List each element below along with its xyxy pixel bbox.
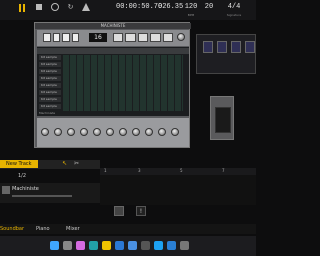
row-labels: Kit sample Kit sample Kit sample Kit sam… bbox=[39, 55, 61, 109]
row-label[interactable]: Kit sample bbox=[39, 90, 61, 95]
tab-soundbar[interactable]: Soundbar bbox=[0, 224, 24, 234]
track-volume-slider[interactable] bbox=[12, 195, 72, 197]
step-grid[interactable] bbox=[63, 55, 183, 111]
track-lanes[interactable] bbox=[100, 175, 256, 205]
cut-tool-icon[interactable]: ✂ bbox=[74, 161, 80, 167]
master-knob[interactable] bbox=[177, 33, 185, 41]
bar-position: 026.35 bbox=[158, 3, 184, 11]
plugin-title: MACHINISTE bbox=[35, 23, 191, 29]
copilot-icon[interactable] bbox=[76, 241, 85, 250]
knob[interactable] bbox=[93, 128, 101, 136]
mini-screen bbox=[215, 107, 231, 133]
edge-icon[interactable] bbox=[89, 241, 98, 250]
windows-start-icon[interactable] bbox=[50, 241, 59, 250]
mail-icon[interactable] bbox=[128, 241, 137, 250]
pattern-buttons[interactable] bbox=[43, 33, 79, 42]
knob[interactable] bbox=[41, 128, 49, 136]
knob-panel bbox=[37, 118, 189, 147]
signature-value[interactable]: 4/4 bbox=[226, 3, 242, 11]
device-slot[interactable] bbox=[231, 41, 241, 53]
bpm-label: BPM bbox=[187, 13, 195, 17]
knob[interactable] bbox=[158, 128, 166, 136]
pattern-clip-icon[interactable] bbox=[114, 206, 124, 216]
ruler-mark: 5 bbox=[180, 168, 183, 173]
knob[interactable] bbox=[106, 128, 114, 136]
signature-label: Signature bbox=[226, 13, 242, 17]
ruler-mark: 7 bbox=[222, 168, 225, 173]
tab-mixer[interactable]: Mixer bbox=[66, 224, 80, 234]
device-panel bbox=[196, 34, 256, 74]
timeline-ruler[interactable]: 1 3 5 7 bbox=[100, 168, 256, 175]
row-label[interactable]: Kit sample bbox=[39, 83, 61, 88]
windows-taskbar bbox=[0, 236, 256, 256]
record-icon[interactable] bbox=[51, 3, 59, 11]
pause-icon[interactable] bbox=[17, 3, 27, 13]
row-label[interactable]: Kit sample bbox=[39, 76, 61, 81]
bottom-tabs: Soundbar Piano Mixer bbox=[0, 224, 256, 234]
device-slot[interactable] bbox=[217, 41, 227, 53]
row-label[interactable]: Kit sample bbox=[39, 55, 61, 60]
tab-piano[interactable]: Piano bbox=[36, 224, 50, 234]
transport-bar: ↻ 00:00:50.70 026.35 120 BPM 20 4/4 Sign… bbox=[0, 0, 256, 20]
info-icon[interactable]: ! bbox=[136, 206, 146, 216]
new-track-button[interactable]: New Track bbox=[0, 160, 38, 168]
vscode-icon[interactable] bbox=[167, 241, 176, 250]
step-sequencer: Kit sample Kit sample Kit sample Kit sam… bbox=[37, 47, 189, 116]
search-icon[interactable] bbox=[63, 241, 72, 250]
device-slot[interactable] bbox=[203, 41, 213, 53]
knob[interactable] bbox=[54, 128, 62, 136]
knob[interactable] bbox=[171, 128, 179, 136]
row-label[interactable]: Kit sample bbox=[39, 97, 61, 102]
plugin-window: MACHINISTE 16 Kit sample Kit sample Kit … bbox=[34, 22, 191, 148]
device-slot[interactable] bbox=[245, 41, 255, 53]
plugin-top-panel: 16 bbox=[37, 30, 189, 46]
track-name: Machiniste bbox=[12, 186, 39, 192]
pointer-tool-icon[interactable]: ↖ bbox=[62, 161, 68, 167]
stop-icon[interactable] bbox=[36, 4, 42, 10]
track-count: 1/2 bbox=[18, 173, 27, 179]
step-header-row bbox=[37, 48, 189, 54]
explorer-icon[interactable] bbox=[102, 241, 111, 250]
time-display: 00:00:50.70 bbox=[116, 3, 163, 11]
subdivision-value[interactable]: 20 bbox=[204, 3, 214, 11]
track-icon bbox=[2, 186, 10, 194]
settings-icon[interactable] bbox=[180, 241, 189, 250]
knob[interactable] bbox=[132, 128, 140, 136]
bpm-value[interactable]: 120 bbox=[184, 3, 198, 11]
bank-buttons[interactable] bbox=[113, 33, 174, 42]
knob[interactable] bbox=[119, 128, 127, 136]
knob[interactable] bbox=[80, 128, 88, 136]
metronome-icon[interactable] bbox=[82, 3, 90, 11]
track-row[interactable]: Machiniste bbox=[0, 183, 100, 203]
loop-icon[interactable]: ↻ bbox=[66, 3, 75, 11]
mini-device bbox=[210, 96, 234, 140]
store-icon[interactable] bbox=[115, 241, 124, 250]
pattern-number-display[interactable]: 16 bbox=[89, 33, 107, 42]
knob[interactable] bbox=[145, 128, 153, 136]
app-icon[interactable] bbox=[141, 241, 150, 250]
row-label[interactable]: Kit sample bbox=[39, 69, 61, 74]
browser-icon[interactable] bbox=[154, 241, 163, 250]
row-label[interactable]: Kit sample bbox=[39, 104, 61, 109]
rows-footer: Machiniste bbox=[39, 111, 56, 115]
row-label[interactable]: Kit sample bbox=[39, 62, 61, 67]
knob[interactable] bbox=[67, 128, 75, 136]
ruler-mark: 1 bbox=[104, 168, 107, 173]
ruler-mark: 3 bbox=[138, 168, 141, 173]
